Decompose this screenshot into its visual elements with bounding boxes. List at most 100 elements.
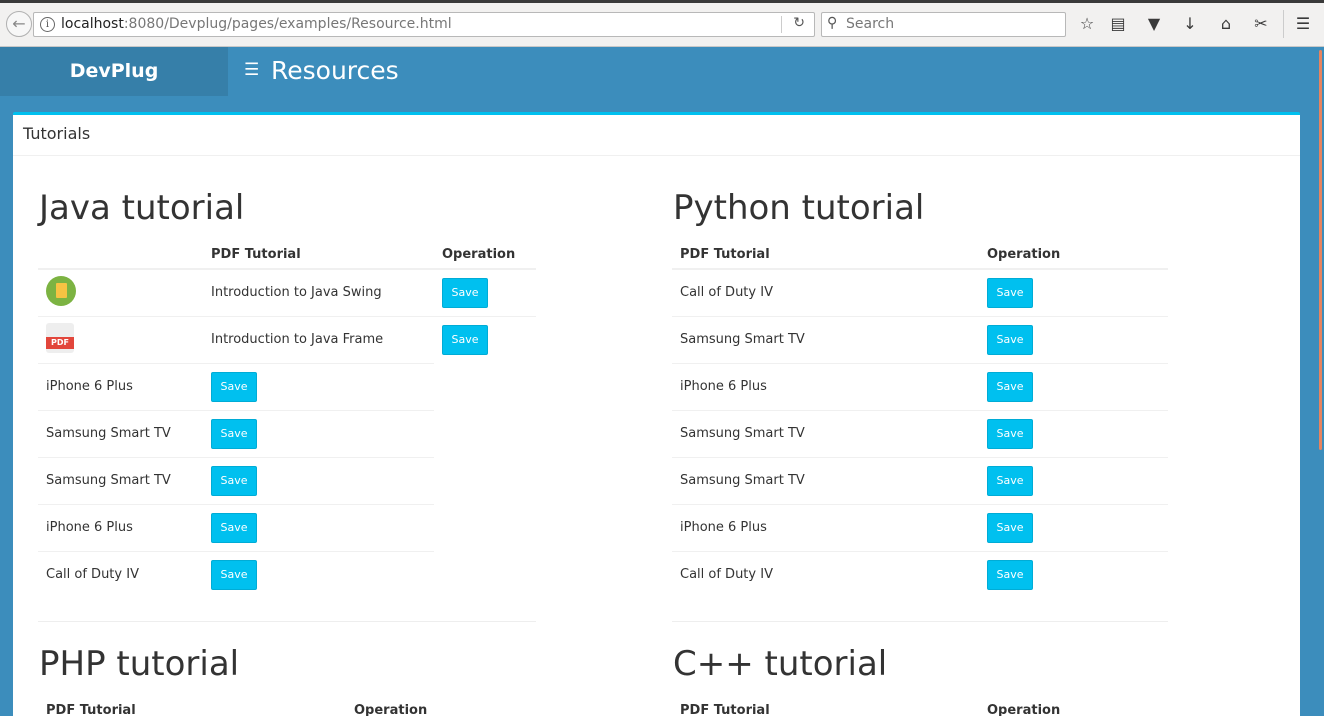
cpp-column-header-0: PDF Tutorial: [672, 691, 979, 716]
tutorial-cell: iPhone 6 Plus: [38, 362, 203, 410]
tutorial-name: Introduction to Java Frame: [211, 332, 384, 347]
table-row: PDF Introduction to Java Frame Save: [38, 315, 536, 363]
save-button[interactable]: Save: [987, 559, 1033, 590]
logo[interactable]: DevPlug: [0, 47, 228, 96]
java-column-header-0: [38, 235, 203, 270]
tutorial-name: Samsung Smart TV: [46, 426, 171, 441]
file-icon: [46, 275, 76, 306]
url-divider: [781, 16, 782, 33]
box-title: Tutorials: [13, 115, 1300, 156]
tutorial-cell: Call of Duty IV: [38, 550, 203, 598]
tutorials-box: Tutorials Java tutorial PDF Tutorial Ope…: [13, 112, 1300, 716]
cpp-table: PDF Tutorial Operation: [672, 691, 1168, 716]
bookmark-star-icon[interactable]: ☆: [1076, 13, 1098, 35]
url-host: localhost: [61, 16, 124, 32]
app-header: DevPlug ☰ Resources: [0, 47, 1324, 96]
tutorial-name: iPhone 6 Plus: [46, 379, 133, 394]
scrollbar-thumb[interactable]: [1319, 50, 1322, 450]
tutorial-name: Call of Duty IV: [46, 567, 139, 583]
save-button[interactable]: Save: [211, 465, 257, 496]
tutorial-cell: Samsung Smart TV: [38, 456, 203, 504]
php-column-header-1: Operation: [346, 691, 536, 716]
php-section-title: PHP tutorial: [39, 644, 240, 684]
operation-cell: Save: [979, 456, 1168, 504]
save-button[interactable]: Save: [987, 277, 1033, 308]
java-column-header-2: Operation: [434, 235, 536, 270]
tutorial-name: Samsung Smart TV: [46, 473, 171, 488]
home-icon[interactable]: ⌂: [1215, 13, 1237, 35]
python-column-header-1: Operation: [979, 235, 1168, 270]
pocket-icon[interactable]: ▼: [1143, 13, 1165, 35]
download-icon[interactable]: ↓: [1179, 13, 1201, 35]
save-button[interactable]: Save: [211, 512, 257, 543]
tutorial-name: iPhone 6 Plus: [680, 520, 767, 535]
save-button[interactable]: Save: [987, 512, 1033, 543]
tutorial-cell: iPhone 6 Plus: [672, 503, 979, 551]
operation-cell: Save: [434, 268, 536, 316]
table-row: Samsung Smart TV Save: [38, 456, 536, 504]
search-input[interactable]: [846, 16, 1056, 32]
window-titlebar-strip: [0, 0, 1324, 3]
toolbar-separator: [1283, 10, 1284, 38]
save-button[interactable]: Save: [987, 465, 1033, 496]
tutorial-name: Samsung Smart TV: [680, 426, 805, 441]
save-button[interactable]: Save: [442, 324, 488, 355]
python-section: Python tutorial PDF Tutorial Operation C…: [672, 188, 1168, 598]
tutorial-cell: Introduction to Java Frame: [203, 315, 434, 363]
section-divider: [672, 621, 1168, 622]
table-row: Call of Duty IV Save: [672, 550, 1168, 598]
operation-cell: Save: [203, 362, 434, 410]
pdf-file-icon: PDF: [46, 322, 74, 353]
java-section-title: Java tutorial: [39, 188, 245, 228]
tutorial-cell: Samsung Smart TV: [38, 409, 203, 457]
save-button[interactable]: Save: [211, 418, 257, 449]
table-row: iPhone 6 Plus Save: [38, 503, 536, 551]
table-row: Introduction to Java Swing Save: [38, 268, 536, 316]
tutorial-cell: Samsung Smart TV: [672, 456, 979, 504]
operation-cell: Save: [203, 456, 434, 504]
tutorial-name: Samsung Smart TV: [680, 332, 805, 347]
java-table: PDF Tutorial Operation Introduction to J…: [38, 235, 536, 598]
save-button[interactable]: Save: [987, 418, 1033, 449]
operation-cell: Save: [979, 362, 1168, 410]
table-row: Samsung Smart TV Save: [672, 456, 1168, 504]
operation-cell: Save: [434, 315, 536, 363]
table-row: Call of Duty IV Save: [38, 550, 536, 598]
save-button[interactable]: Save: [211, 559, 257, 590]
save-button[interactable]: Save: [987, 324, 1033, 355]
tutorial-name: Call of Duty IV: [680, 567, 773, 583]
operation-cell: Save: [203, 409, 434, 457]
browser-search-box[interactable]: ⚲: [821, 12, 1066, 37]
operation-cell: Save: [979, 268, 1168, 316]
operation-cell: Save: [979, 550, 1168, 598]
info-icon[interactable]: i: [40, 17, 55, 32]
tutorial-name: Samsung Smart TV: [680, 473, 805, 488]
reading-list-icon[interactable]: ▤: [1107, 13, 1129, 35]
save-button[interactable]: Save: [211, 371, 257, 402]
save-button[interactable]: Save: [987, 371, 1033, 402]
tutorial-cell: Samsung Smart TV: [672, 315, 979, 363]
reload-icon[interactable]: ↻: [793, 15, 805, 31]
menu-icon[interactable]: ☰: [1292, 13, 1314, 35]
screenshot-icon[interactable]: ✂: [1250, 13, 1272, 35]
operation-cell: Save: [203, 503, 434, 551]
operation-cell: Save: [203, 550, 434, 598]
operation-cell: Save: [979, 409, 1168, 457]
browser-toolbar: ← i localhost:8080/Devplug/pages/example…: [0, 0, 1324, 47]
tutorial-cell: iPhone 6 Plus: [672, 362, 979, 410]
back-arrow-icon[interactable]: ←: [6, 11, 32, 37]
php-section: PHP tutorial PDF Tutorial Operation: [38, 644, 536, 716]
url-text[interactable]: localhost:8080/Devplug/pages/examples/Re…: [61, 16, 452, 32]
url-bar[interactable]: i localhost:8080/Devplug/pages/examples/…: [33, 12, 815, 37]
save-button[interactable]: Save: [442, 277, 488, 308]
tutorial-name: Introduction to Java Swing: [211, 285, 382, 301]
cpp-column-header-1: Operation: [979, 691, 1168, 716]
tutorial-cell: Call of Duty IV: [672, 268, 979, 316]
file-icon-cell: PDF: [38, 315, 203, 363]
sidebar-toggle-icon[interactable]: ☰: [244, 60, 259, 80]
table-row: Samsung Smart TV Save: [38, 409, 536, 457]
pdf-tag: PDF: [46, 336, 74, 349]
cpp-section-title: C++ tutorial: [673, 644, 888, 684]
tutorial-name: iPhone 6 Plus: [46, 520, 133, 535]
python-table: PDF Tutorial Operation Call of Duty IV Sa…: [672, 235, 1168, 598]
